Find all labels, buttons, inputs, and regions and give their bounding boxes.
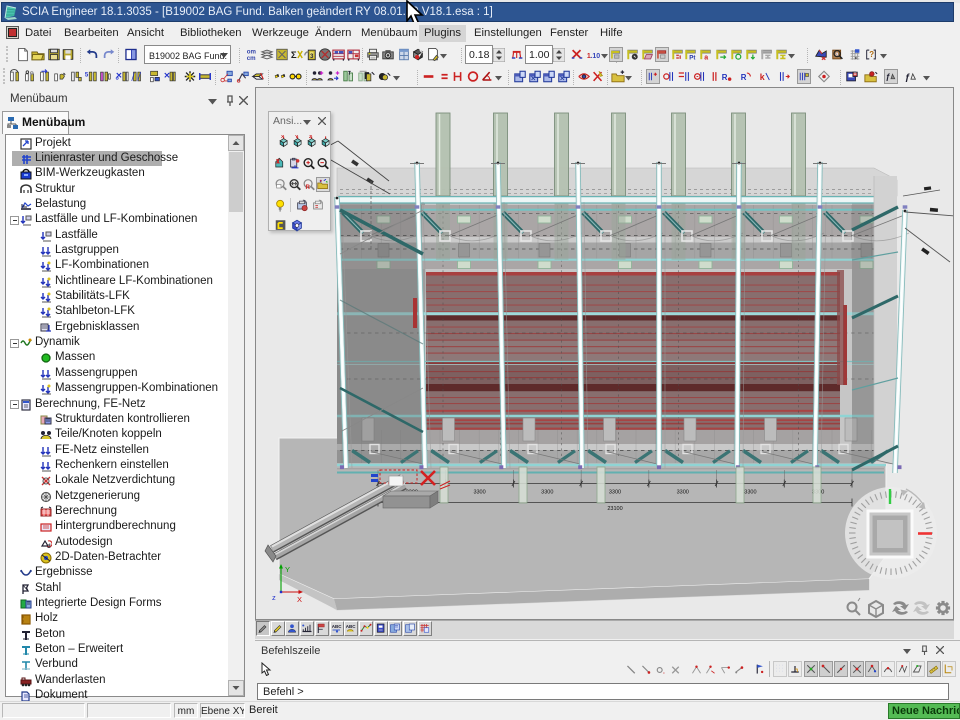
svg-text:Pt: Pt [689, 54, 695, 61]
svg-text:a: a [835, 51, 838, 57]
svg-text:R: R [306, 184, 311, 191]
svg-text:Y: Y [285, 565, 290, 574]
svg-text:5: 5 [85, 72, 89, 79]
svg-text:k: k [760, 72, 765, 82]
svg-text:R: R [722, 73, 728, 82]
svg-text:3: 3 [310, 53, 314, 60]
svg-text:3300: 3300 [473, 490, 485, 496]
svg-text:.10: .10 [590, 53, 600, 60]
svg-text:.: . [663, 668, 665, 675]
svg-text:3300: 3300 [677, 490, 689, 496]
svg-text:R: R [741, 73, 747, 82]
svg-text:Z: Z [309, 135, 312, 140]
svg-text:?: ? [869, 50, 874, 59]
svg-text:3300: 3300 [541, 490, 553, 496]
svg-text:ABC: ABC [331, 624, 341, 629]
svg-text:a: a [704, 54, 708, 61]
svg-text:cm: cm [247, 55, 256, 62]
svg-text:ƒ: ƒ [905, 72, 910, 83]
svg-text:ABC: ABC [346, 624, 356, 629]
svg-text:3300: 3300 [609, 490, 621, 496]
svg-text:3300: 3300 [744, 490, 756, 496]
svg-text:z: z [272, 593, 276, 602]
svg-text:X: X [297, 595, 302, 604]
svg-text:d: d [47, 544, 51, 549]
svg-text:Σ: Σ [291, 50, 297, 61]
svg-text:ƒ: ƒ [886, 73, 891, 82]
svg-text:23100: 23100 [607, 506, 622, 512]
